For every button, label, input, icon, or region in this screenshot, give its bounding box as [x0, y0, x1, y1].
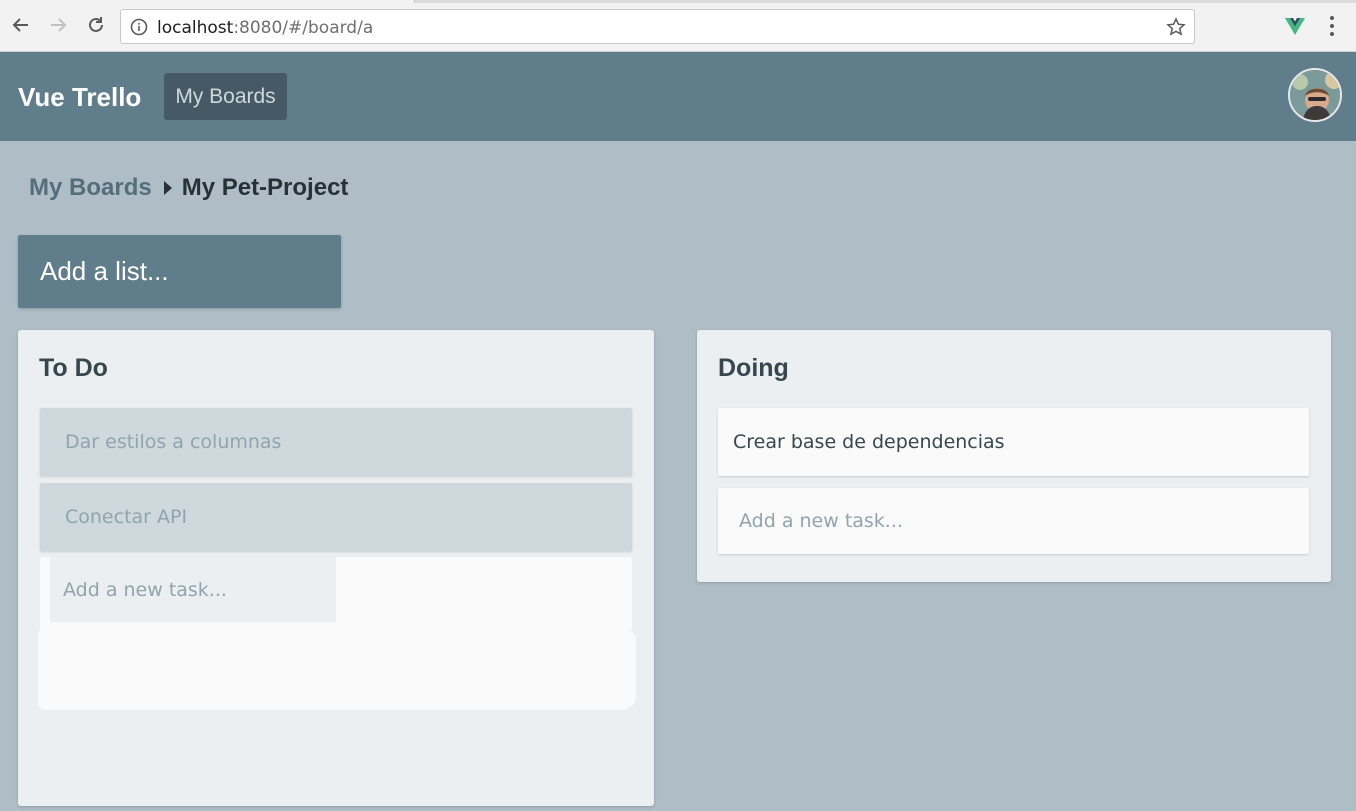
- list-to-do: To Do Dar estilos a columnas Conectar AP…: [18, 330, 654, 806]
- task-card[interactable]: Dar estilos a columnas: [40, 408, 632, 476]
- reload-icon[interactable]: [83, 12, 109, 38]
- task-card[interactable]: Conectar API: [40, 483, 632, 551]
- board-title: My Pet-Project: [181, 174, 349, 201]
- address-bar[interactable]: localhost:8080/#/board/a: [120, 9, 1195, 44]
- forward-icon[interactable]: [45, 12, 71, 38]
- browser-tab[interactable]: [0, 0, 415, 3]
- breadcrumb-my-boards-link[interactable]: My Boards: [29, 174, 152, 202]
- browser-toolbar: localhost:8080/#/board/a: [0, 0, 1356, 52]
- my-boards-nav-button[interactable]: My Boards: [164, 73, 287, 120]
- back-icon[interactable]: [8, 12, 34, 38]
- info-icon[interactable]: [130, 18, 148, 36]
- new-task-card: Add a new task...: [40, 557, 632, 631]
- browser-menu-icon[interactable]: [1322, 14, 1342, 38]
- caret-right-icon: [163, 181, 172, 195]
- list-doing: Doing Crear base de dependencias Add a n…: [697, 330, 1331, 582]
- url-text: localhost:8080/#/board/a: [157, 18, 374, 38]
- blank-card-area: [38, 630, 636, 710]
- tab-strip: [0, 0, 1356, 3]
- app-header: Vue Trello My Boards: [0, 52, 1356, 141]
- add-list-button[interactable]: Add a list...: [18, 235, 341, 308]
- task-card[interactable]: Crear base de dependencias: [718, 408, 1309, 476]
- list-title: To Do: [39, 354, 108, 382]
- new-task-input[interactable]: Add a new task...: [718, 488, 1309, 554]
- list-title: Doing: [718, 354, 789, 382]
- avatar[interactable]: [1288, 68, 1342, 122]
- breadcrumb: My Boards My Pet-Project: [29, 174, 348, 202]
- vue-devtools-icon[interactable]: [1283, 14, 1307, 38]
- bookmark-star-icon[interactable]: [1166, 17, 1186, 37]
- brand-logo[interactable]: Vue Trello: [18, 82, 141, 113]
- new-task-input[interactable]: Add a new task...: [50, 557, 336, 622]
